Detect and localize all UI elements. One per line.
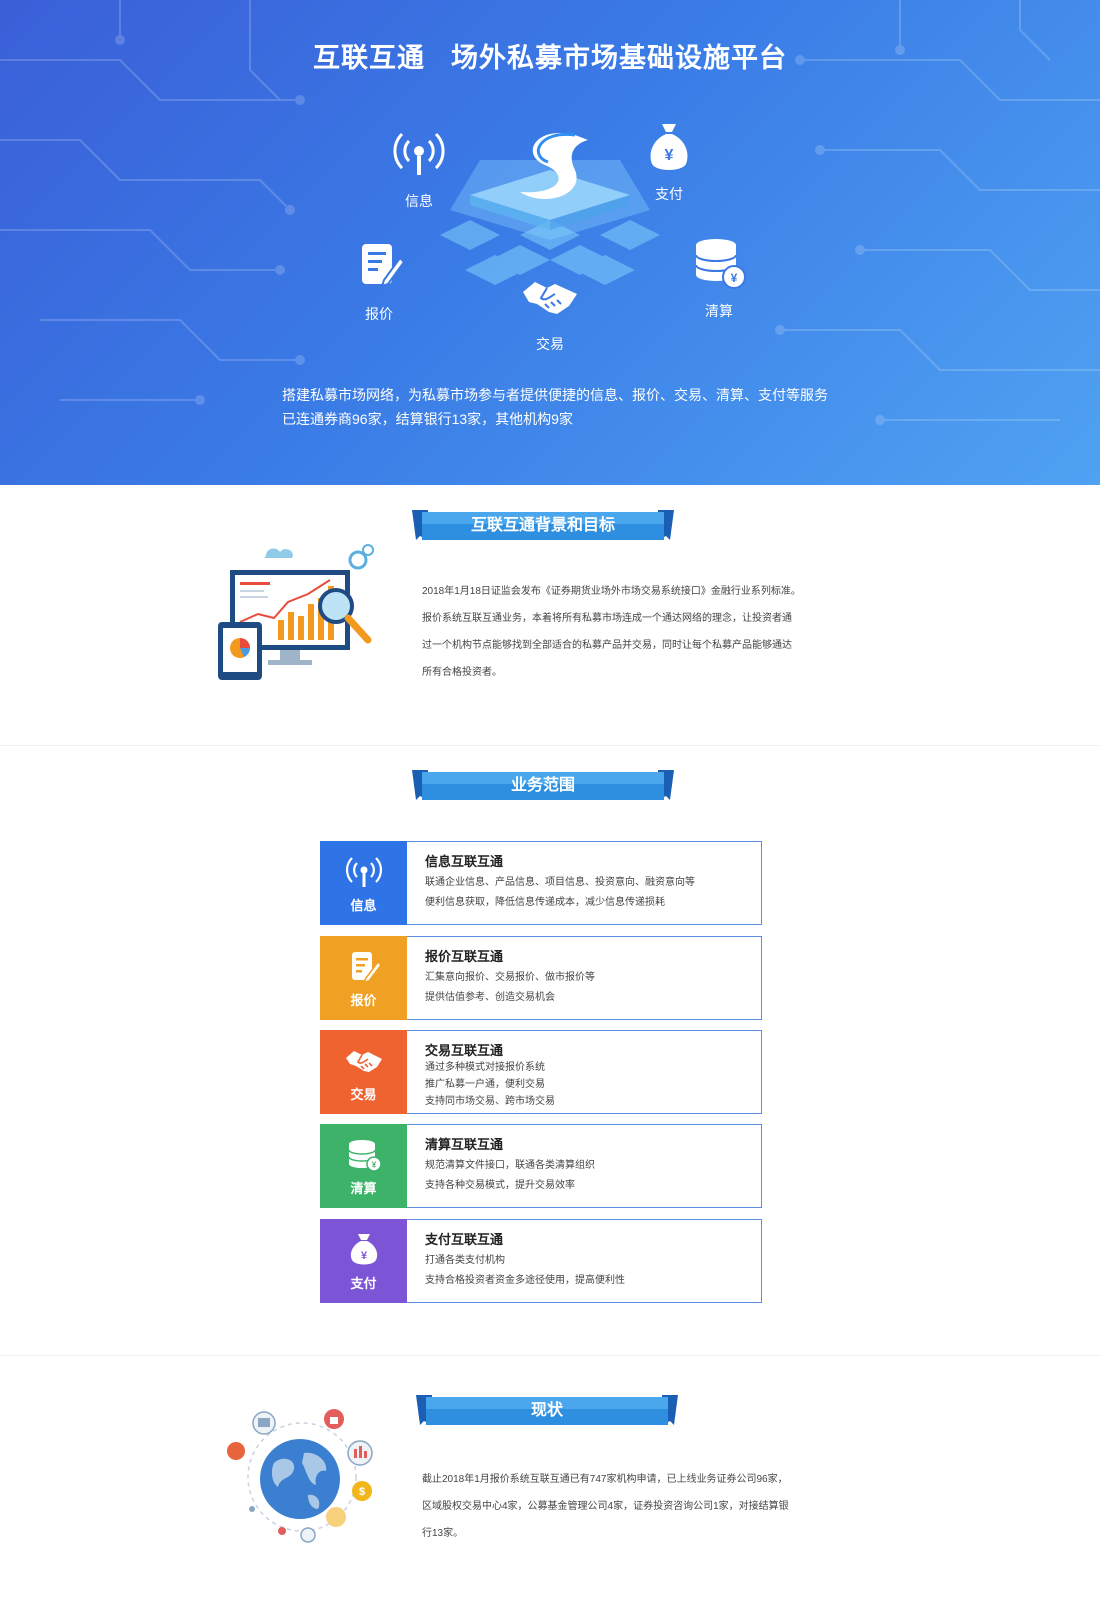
scope-item-quote-lines: 汇集意向报价、交易报价、做市报价等 提供估值参考、创造交易机会 bbox=[425, 968, 595, 1008]
scope-item-info-line-2: 便利信息获取，降低信息传递成本，减少信息传递损耗 bbox=[425, 897, 665, 908]
section-heading-scope: 业务范围 bbox=[412, 770, 674, 804]
scope-item-pay-lines: 打通各类支付机构 支持合格投资者资金多途径使用，提高便利性 bbox=[425, 1251, 625, 1291]
scope-item-trade-title: 交易互联互通 bbox=[425, 1043, 504, 1058]
hero-title: 互联互通 场外私募市场基础设施平台 bbox=[0, 36, 1100, 75]
scope-tile-clear: ¥ 清算 bbox=[320, 1124, 407, 1208]
scope-item-pay-line-1: 打通各类支付机构 bbox=[425, 1255, 505, 1266]
hero-title-part1: 互联互通 bbox=[313, 43, 425, 73]
status-line-3: 行13家。 bbox=[422, 1528, 464, 1539]
hero-node-clear-label: 清算 bbox=[705, 303, 733, 319]
section-divider bbox=[0, 745, 1100, 746]
background-heading: 互联互通背景和目标 bbox=[470, 517, 615, 534]
hero-node-info: 信息 bbox=[374, 125, 464, 211]
money-bag-icon: ¥ bbox=[344, 1231, 384, 1271]
scope-tile-pay-label: 支付 bbox=[350, 1276, 377, 1291]
section-divider bbox=[0, 1355, 1100, 1356]
background-line-1: 2018年1月18日证监会发布《证券期货业场外市场交易系统接口》金融行业系列标准… bbox=[422, 586, 801, 597]
document-pen-icon bbox=[348, 238, 410, 300]
handshake-icon bbox=[519, 268, 581, 330]
scope-item-clear-line-2: 支持各种交易模式，提升交易效率 bbox=[425, 1180, 575, 1191]
scope-item-trade: 交易 交易互联互通 通过多种模式对接报价系统 推广私募一户通，便利交易 支持同市… bbox=[320, 1030, 762, 1114]
hero-node-quote: 报价 bbox=[334, 238, 424, 324]
handshake-icon bbox=[344, 1042, 384, 1082]
scope-item-trade-line-1: 通过多种模式对接报价系统 bbox=[425, 1062, 545, 1073]
status-line-2: 区域股权交易中心4家，公募基金管理公司4家，证券投资咨询公司1家，对接结算银 bbox=[422, 1501, 789, 1512]
signal-icon bbox=[344, 853, 384, 893]
hero-banner: 互联互通 场外私募市场基础设施平台 信息 ¥ 支付 报价 ¥ 清算 交易 搭建私… bbox=[0, 0, 1100, 485]
scope-item-clear-title: 清算互联互通 bbox=[425, 1137, 504, 1152]
scope-item-trade-line-2: 推广私募一户通，便利交易 bbox=[425, 1079, 545, 1090]
scope-item-pay: ¥ 支付 支付互联互通 打通各类支付机构 支持合格投资者资金多途径使用，提高便利… bbox=[320, 1219, 762, 1303]
background-line-4: 所有合格投资者。 bbox=[422, 667, 502, 678]
hero-node-trade: 交易 bbox=[505, 268, 595, 354]
hero-title-part2: 场外私募市场基础设施平台 bbox=[451, 43, 787, 73]
hero-desc-line2: 已连通券商96家，结算银行13家，其他机构9家 bbox=[282, 411, 573, 427]
hero-node-quote-label: 报价 bbox=[365, 306, 393, 322]
background-paragraph: 2018年1月18日证监会发布《证券期货业场外市场交易系统接口》金融行业系列标准… bbox=[422, 578, 801, 686]
hero-node-trade-label: 交易 bbox=[536, 336, 564, 352]
scope-item-pay-line-2: 支持合格投资者资金多途径使用，提高便利性 bbox=[425, 1275, 625, 1286]
svg-text:¥: ¥ bbox=[665, 147, 674, 164]
scope-item-clear-lines: 规范清算文件接口，联通各类清算组织 支持各种交易模式，提升交易效率 bbox=[425, 1156, 595, 1196]
signal-icon bbox=[388, 125, 450, 187]
section-heading-status: 现状 bbox=[416, 1395, 678, 1429]
scope-item-clear: ¥ 清算 清算互联互通 规范清算文件接口，联通各类清算组织 支持各种交易模式，提… bbox=[320, 1124, 762, 1208]
scope-tile-clear-label: 清算 bbox=[350, 1181, 377, 1196]
hero-description: 搭建私募市场网络，为私募市场参与者提供便捷的信息、报价、交易、清算、支付等服务 … bbox=[282, 383, 842, 431]
scope-item-trade-line-3: 支持同市场交易、跨市场交易 bbox=[425, 1096, 555, 1107]
hero-node-info-label: 信息 bbox=[405, 193, 433, 209]
status-line-1: 截止2018年1月报价系统互联互通已有747家机构申请，已上线业务证券公司96家… bbox=[422, 1474, 788, 1485]
document-pen-icon bbox=[344, 948, 384, 988]
background-line-2: 报价系统互联互通业务，本着将所有私募市场连成一个通达网络的理念，让投资者通 bbox=[422, 613, 792, 624]
analytics-illustration bbox=[218, 544, 374, 680]
background-line-3: 过一个机构节点能够找到全部适合的私募产品并交易，同时让每个私募产品能够通达 bbox=[422, 640, 792, 651]
scope-tile-quote: 报价 bbox=[320, 936, 407, 1020]
scope-item-info-line-1: 联通企业信息、产品信息、项目信息、投资意向、融资意向等 bbox=[425, 877, 695, 888]
scope-item-info-lines: 联通企业信息、产品信息、项目信息、投资意向、融资意向等 便利信息获取，降低信息传… bbox=[425, 873, 695, 913]
scope-item-quote: 报价 报价互联互通 汇集意向报价、交易报价、做市报价等 提供估值参考、创造交易机… bbox=[320, 936, 762, 1020]
scope-item-info: 信息 信息互联互通 联通企业信息、产品信息、项目信息、投资意向、融资意向等 便利… bbox=[320, 841, 762, 925]
hero-desc-line1: 搭建私募市场网络，为私募市场参与者提供便捷的信息、报价、交易、清算、支付等服务 bbox=[282, 387, 828, 403]
scope-item-info-title: 信息互联互通 bbox=[425, 854, 504, 869]
money-bag-icon: ¥ bbox=[638, 118, 700, 180]
scope-tile-quote-label: 报价 bbox=[350, 993, 377, 1008]
scope-tile-trade-label: 交易 bbox=[350, 1087, 377, 1102]
svg-text:¥: ¥ bbox=[360, 1250, 367, 1262]
database-coin-icon: ¥ bbox=[344, 1136, 384, 1176]
hero-node-clear: ¥ 清算 bbox=[674, 235, 764, 321]
scope-heading: 业务范围 bbox=[510, 777, 575, 794]
scope-item-quote-line-2: 提供估值参考、创造交易机会 bbox=[425, 992, 555, 1003]
database-coin-icon: ¥ bbox=[688, 235, 750, 297]
scope-item-quote-line-1: 汇集意向报价、交易报价、做市报价等 bbox=[425, 972, 595, 983]
scope-item-clear-line-1: 规范清算文件接口，联通各类清算组织 bbox=[425, 1160, 595, 1171]
status-heading: 现状 bbox=[530, 1402, 563, 1419]
svg-text:$: $ bbox=[359, 1486, 365, 1498]
svg-text:¥: ¥ bbox=[731, 271, 738, 285]
scope-tile-trade: 交易 bbox=[320, 1030, 407, 1114]
hero-node-pay-label: 支付 bbox=[655, 186, 683, 202]
scope-item-pay-title: 支付互联互通 bbox=[425, 1232, 504, 1247]
scope-tile-info: 信息 bbox=[320, 841, 407, 925]
section-heading-background: 互联互通背景和目标 bbox=[412, 510, 674, 544]
globe-network-illustration: $ bbox=[227, 1409, 373, 1543]
svg-text:¥: ¥ bbox=[371, 1161, 376, 1170]
hero-node-pay: ¥ 支付 bbox=[624, 118, 714, 204]
scope-tile-info-label: 信息 bbox=[350, 898, 377, 913]
status-paragraph: 截止2018年1月报价系统互联互通已有747家机构申请，已上线业务证券公司96家… bbox=[422, 1466, 789, 1547]
scope-item-quote-title: 报价互联互通 bbox=[425, 949, 504, 964]
scope-item-trade-lines: 通过多种模式对接报价系统 推广私募一户通，便利交易 支持同市场交易、跨市场交易 bbox=[425, 1059, 555, 1110]
scope-tile-pay: ¥ 支付 bbox=[320, 1219, 407, 1303]
